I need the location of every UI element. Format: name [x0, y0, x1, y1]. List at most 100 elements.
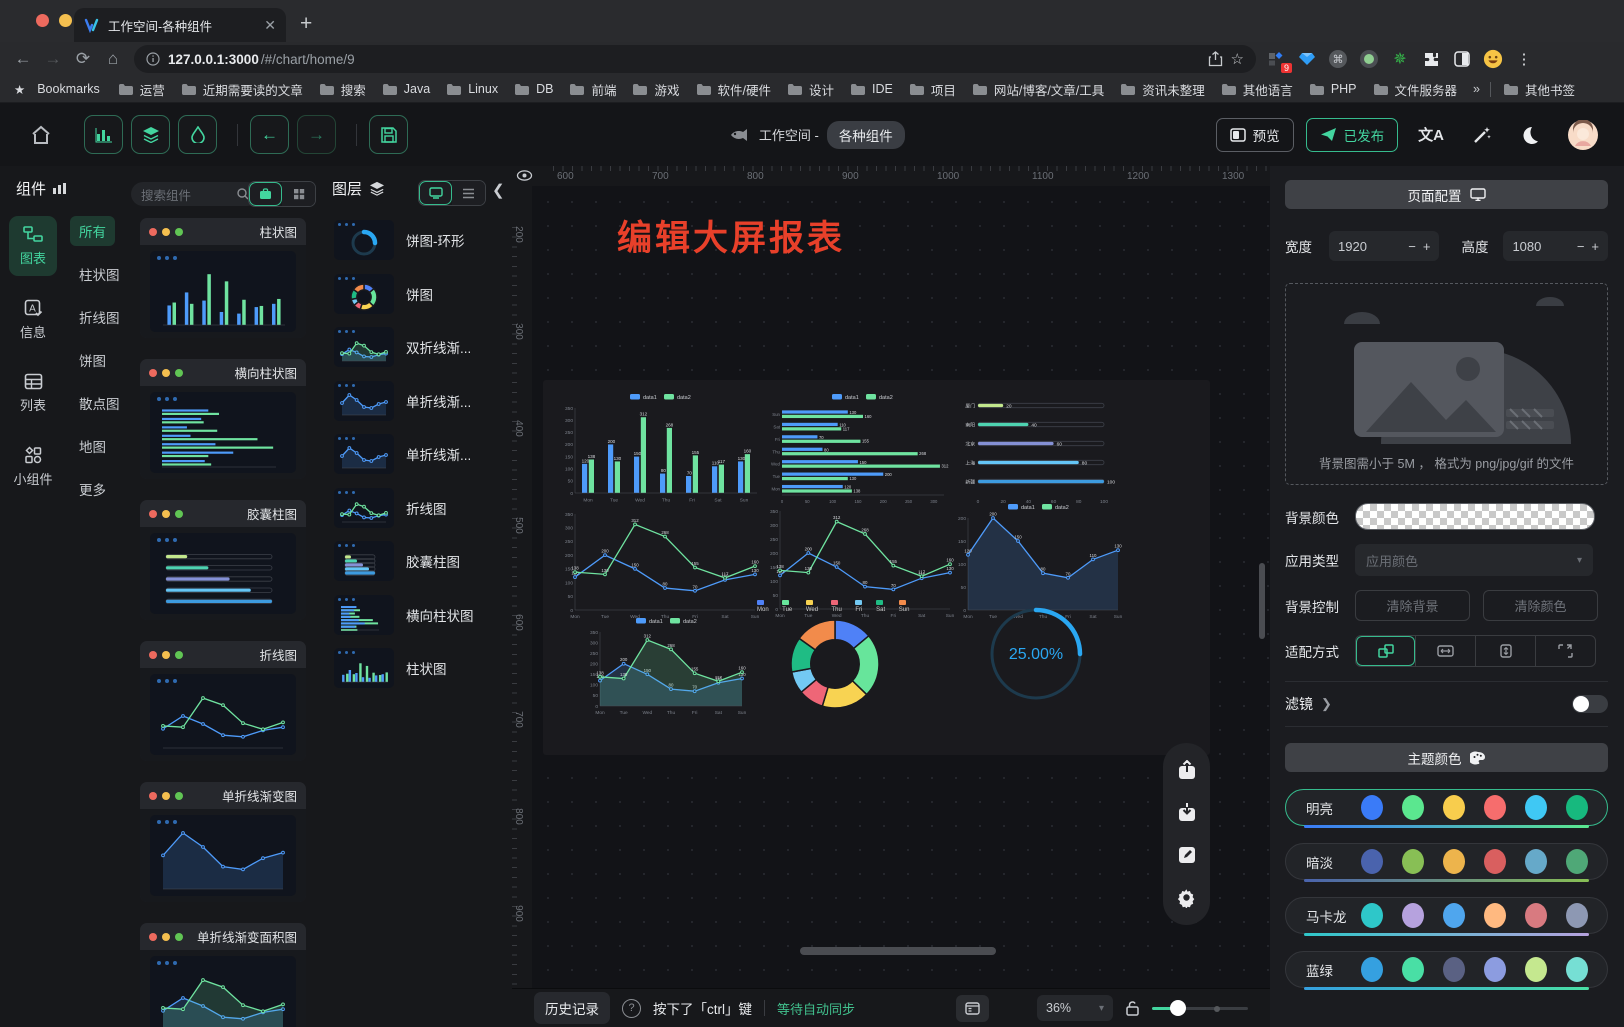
canvas-horizontal-scrollbar[interactable] — [800, 947, 996, 955]
reading-list-icon[interactable] — [1452, 49, 1472, 69]
redo-button[interactable]: → — [297, 115, 336, 154]
slider-knob[interactable] — [1170, 1000, 1186, 1016]
theme-row-明亮[interactable]: 明亮 — [1285, 789, 1608, 826]
layer-item[interactable]: 饼图-环形 — [334, 220, 504, 260]
history-panel-icon[interactable] — [956, 995, 989, 1022]
component-card[interactable]: 横向柱状图 — [140, 359, 306, 479]
undo-button[interactable]: ← — [250, 115, 289, 154]
fit-height-button[interactable] — [1475, 636, 1535, 666]
canvas-page-title[interactable]: 编辑大屏报表 — [617, 210, 845, 261]
collapse-layers-icon[interactable]: ❮ — [492, 181, 505, 199]
bookmark-folder[interactable]: 网站/博客/文章/工具 — [966, 80, 1110, 99]
search-input[interactable]: 搜索组件 — [131, 182, 259, 206]
category-item[interactable]: 散点图 — [70, 388, 129, 418]
dot-extension-icon[interactable] — [1359, 49, 1379, 69]
filter-expand-icon[interactable]: ❯ — [1321, 696, 1332, 712]
browser-menu-icon[interactable]: ⋮ — [1514, 49, 1534, 69]
bookmark-folder[interactable]: 设计 — [781, 80, 840, 99]
width-stepper[interactable]: 1920−+ — [1329, 231, 1439, 261]
language-icon[interactable]: 文A — [1418, 124, 1444, 145]
import-icon[interactable] — [1177, 802, 1197, 822]
category-item[interactable]: 所有 — [70, 216, 115, 246]
component-card[interactable]: 折线图 — [140, 641, 306, 761]
site-info-icon[interactable] — [146, 52, 160, 66]
export-icon[interactable] — [1177, 760, 1197, 780]
back-icon[interactable]: ← — [8, 49, 38, 69]
tab-close-icon[interactable]: ✕ — [264, 17, 276, 34]
bookmark-folder[interactable]: 近期需要读的文章 — [175, 80, 309, 99]
close-window-button[interactable] — [36, 14, 49, 27]
filter-toggle[interactable] — [1572, 695, 1608, 713]
category-item[interactable]: 更多 — [70, 474, 115, 504]
puzzle-extensions-icon[interactable] — [1421, 49, 1441, 69]
sidebar-tab-1[interactable]: A信息 — [9, 290, 57, 350]
category-item[interactable]: 地图 — [70, 431, 115, 461]
components-grid-view-button[interactable] — [282, 182, 315, 206]
bookmark-folder[interactable]: PHP — [1303, 82, 1363, 96]
bookmarks-overflow-icon[interactable]: » — [1473, 82, 1480, 96]
bookmarks-label[interactable]: Bookmarks — [31, 82, 106, 96]
profile-avatar-icon[interactable] — [1483, 49, 1503, 69]
sidebar-tab-2[interactable]: 列表 — [9, 364, 57, 423]
background-upload-dropzone[interactable]: 背景图需小于 5M ， 格式为 png/jpg/gif 的文件 — [1285, 283, 1608, 485]
history-button[interactable]: 历史记录 — [534, 992, 610, 1024]
layer-item[interactable]: 单折线渐... — [334, 434, 504, 474]
component-card[interactable]: 单折线渐变面积图 — [140, 923, 306, 1027]
increment-icon[interactable]: + — [1423, 239, 1431, 254]
layers-thumbnail-view-button[interactable] — [419, 181, 452, 205]
home-icon[interactable]: ⌂ — [98, 49, 128, 69]
star-extension-icon[interactable]: ✵ — [1390, 49, 1410, 69]
other-bookmarks-folder[interactable]: 其他书签 — [1497, 80, 1581, 99]
help-icon[interactable]: ? — [622, 999, 641, 1018]
dark-mode-moon-icon[interactable] — [1520, 125, 1540, 145]
bookmarks-star-icon[interactable]: ★ — [14, 82, 25, 97]
dashboard-preview[interactable] — [543, 380, 1210, 755]
bookmark-folder[interactable]: 文件服务器 — [1367, 80, 1464, 99]
preview-button[interactable]: 预览 — [1216, 118, 1294, 152]
zoom-slider[interactable] — [1152, 1001, 1248, 1015]
category-item[interactable]: 柱状图 — [70, 259, 129, 289]
category-item[interactable]: 折线图 — [70, 302, 129, 332]
layer-item[interactable]: 折线图 — [334, 488, 504, 528]
extension-blocks-icon[interactable]: 9 — [1266, 49, 1286, 69]
details-panel-toggle-button[interactable] — [178, 115, 217, 154]
bookmark-folder[interactable]: IDE — [844, 82, 899, 96]
component-card[interactable]: 胶囊柱图 — [140, 500, 306, 620]
theme-row-暗淡[interactable]: 暗淡 — [1285, 843, 1608, 880]
zoom-select[interactable]: 36%▾ — [1037, 995, 1113, 1021]
app-type-select[interactable]: 应用颜色▾ — [1355, 544, 1593, 576]
background-color-swatch[interactable] — [1355, 503, 1595, 530]
fit-scale-button[interactable] — [1356, 636, 1415, 666]
save-button[interactable] — [369, 115, 408, 154]
bookmark-folder[interactable]: 运营 — [112, 80, 171, 99]
components-box-view-button[interactable] — [249, 182, 282, 206]
page-config-header[interactable]: 页面配置 — [1285, 180, 1608, 209]
minimize-window-button[interactable] — [59, 14, 72, 27]
browser-tab[interactable]: 工作空间-各种组件 ✕ — [74, 8, 286, 42]
layer-item[interactable]: 双折线渐... — [334, 327, 504, 367]
layers-list-view-button[interactable] — [452, 181, 485, 205]
increment-icon[interactable]: + — [1591, 239, 1599, 254]
app-home-icon[interactable] — [30, 125, 52, 145]
bookmark-folder[interactable]: 项目 — [903, 80, 962, 99]
command-extension-icon[interactable]: ⌘ — [1328, 49, 1348, 69]
design-canvas[interactable]: 6007008009001000110012001300 20030040050… — [512, 166, 1270, 988]
layer-item[interactable]: 单折线渐... — [334, 381, 504, 421]
layer-item[interactable]: 柱状图 — [334, 648, 504, 688]
sidebar-tab-3[interactable]: 小组件 — [9, 437, 57, 497]
component-card[interactable]: 单折线渐变图 — [140, 782, 306, 902]
share-icon[interactable] — [1208, 51, 1223, 67]
magic-wand-icon[interactable] — [1472, 125, 1492, 145]
clear-color-button[interactable]: 清除颜色 — [1483, 590, 1598, 621]
category-item[interactable]: 饼图 — [70, 345, 115, 375]
bookmark-folder[interactable]: Linux — [440, 82, 504, 96]
lock-icon[interactable] — [1125, 1000, 1140, 1017]
publish-button[interactable]: 已发布 — [1306, 118, 1399, 152]
workspace-name-badge[interactable]: 各种组件 — [827, 121, 905, 149]
bookmark-folder[interactable]: Java — [376, 82, 436, 96]
reload-icon[interactable]: ⟳ — [68, 49, 98, 69]
bookmark-folder[interactable]: 游戏 — [626, 80, 685, 99]
layer-item[interactable]: 横向柱状图 — [334, 595, 504, 635]
bookmark-folder[interactable]: 资讯未整理 — [1114, 80, 1211, 99]
theme-row-马卡龙[interactable]: 马卡龙 — [1285, 897, 1608, 934]
